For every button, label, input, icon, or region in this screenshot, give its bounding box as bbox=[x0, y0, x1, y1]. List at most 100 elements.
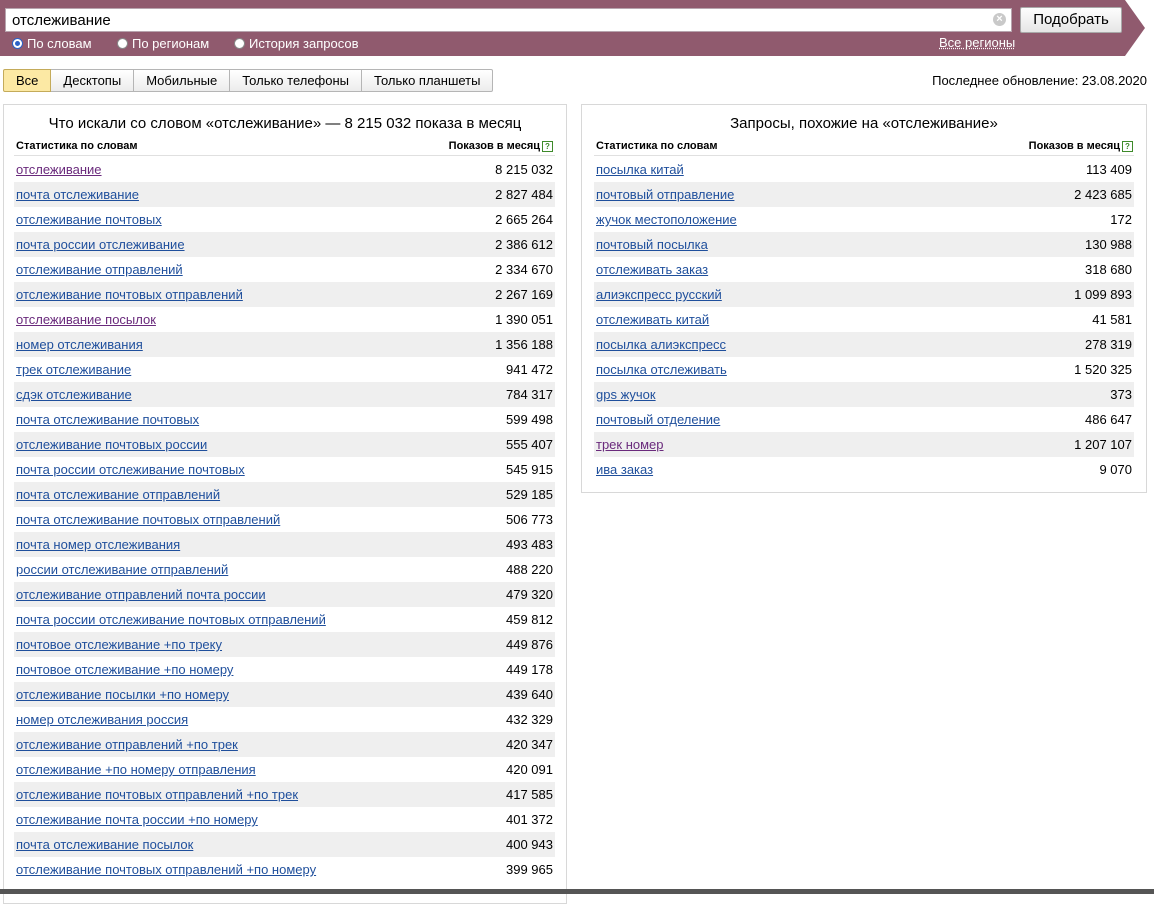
query-link[interactable]: номер отслеживания россия bbox=[16, 712, 188, 727]
query-link[interactable]: почта россии отслеживание bbox=[16, 237, 185, 252]
shows-count: 399 965 bbox=[506, 862, 553, 877]
table-row: отслеживание +по номеру отправления 420 0… bbox=[14, 757, 555, 782]
query-link[interactable]: посылка отслеживать bbox=[596, 362, 727, 377]
radio-by-words[interactable]: По словам bbox=[12, 36, 92, 51]
query-link[interactable]: отслеживание посылки +по номеру bbox=[16, 687, 229, 702]
table-row: ива заказ 9 070 bbox=[594, 457, 1134, 482]
table-row: отслеживание почтовых отправлений 2 267 1… bbox=[14, 282, 555, 307]
query-link[interactable]: посылка алиэкспресс bbox=[596, 337, 726, 352]
query-link[interactable]: ива заказ bbox=[596, 462, 653, 477]
table-row: почта отслеживание почтовых 599 498 bbox=[14, 407, 555, 432]
table-row: почтовый отправление 2 423 685 bbox=[594, 182, 1134, 207]
radio-history[interactable]: История запросов bbox=[234, 36, 359, 51]
table-row: номер отслеживания 1 356 188 bbox=[14, 332, 555, 357]
table-row: отслеживание почтовых отправлений +по тр… bbox=[14, 782, 555, 807]
radio-selected-icon[interactable] bbox=[12, 38, 23, 49]
help-icon[interactable]: ? bbox=[1122, 141, 1133, 152]
query-link[interactable]: почтовое отслеживание +по номеру bbox=[16, 662, 233, 677]
query-link[interactable]: отслеживание почтовых bbox=[16, 212, 162, 227]
shows-count: 373 bbox=[1110, 387, 1132, 402]
column-header-words: Статистика по словам bbox=[16, 140, 138, 152]
shows-count: 420 347 bbox=[506, 737, 553, 752]
query-link[interactable]: почтовый отправление bbox=[596, 187, 734, 202]
shows-count: 1 207 107 bbox=[1074, 437, 1132, 452]
tab-tablets-only[interactable]: Только планшеты bbox=[362, 69, 494, 92]
clear-icon[interactable]: × bbox=[993, 13, 1006, 26]
tab-all[interactable]: Все bbox=[3, 69, 52, 92]
query-link[interactable]: посылка китай bbox=[596, 162, 684, 177]
shows-count: 2 267 169 bbox=[495, 287, 553, 302]
query-link[interactable]: сдэк отслеживание bbox=[16, 387, 132, 402]
tab-desktops[interactable]: Десктопы bbox=[51, 69, 135, 92]
query-link[interactable]: отслеживание посылок bbox=[16, 312, 156, 327]
query-link[interactable]: трек номер bbox=[596, 437, 664, 452]
search-band: × Подобрать По словам По регионам Истори… bbox=[0, 0, 1154, 56]
table-row: отслеживание посылок 1 390 051 bbox=[14, 307, 555, 332]
tab-mobile[interactable]: Мобильные bbox=[134, 69, 231, 92]
shows-count: 459 812 bbox=[506, 612, 553, 627]
shows-count: 432 329 bbox=[506, 712, 553, 727]
query-link[interactable]: почта отслеживание bbox=[16, 187, 139, 202]
radio-icon[interactable] bbox=[234, 38, 245, 49]
shows-count: 172 bbox=[1110, 212, 1132, 227]
query-link[interactable]: отслеживать китай bbox=[596, 312, 709, 327]
query-link[interactable]: почтовый посылка bbox=[596, 237, 708, 252]
query-link[interactable]: отслеживание bbox=[16, 162, 102, 177]
query-link[interactable]: почта номер отслеживания bbox=[16, 537, 180, 552]
query-link[interactable]: номер отслеживания bbox=[16, 337, 143, 352]
query-link[interactable]: отслеживание почтовых россии bbox=[16, 437, 207, 452]
radio-by-regions[interactable]: По регионам bbox=[117, 36, 209, 51]
shows-count: 9 070 bbox=[1099, 462, 1132, 477]
query-link[interactable]: отслеживание отправлений bbox=[16, 262, 183, 277]
query-link[interactable]: россии отслеживание отправлений bbox=[16, 562, 228, 577]
pick-button[interactable]: Подобрать bbox=[1020, 7, 1122, 33]
query-link[interactable]: отслеживание +по номеру отправления bbox=[16, 762, 256, 777]
last-updated: Последнее обновление: 23.08.2020 bbox=[932, 73, 1147, 88]
help-icon[interactable]: ? bbox=[542, 141, 553, 152]
query-link[interactable]: почта отслеживание почтовых bbox=[16, 412, 199, 427]
table-row: отслеживать заказ 318 680 bbox=[594, 257, 1134, 282]
table-row: почтовый посылка 130 988 bbox=[594, 232, 1134, 257]
similar-panel-title: Запросы, похожие на «отслеживание» bbox=[730, 115, 998, 132]
shows-count: 449 178 bbox=[506, 662, 553, 677]
similar-queries-panel: Запросы, похожие на «отслеживание» Стати… bbox=[581, 104, 1147, 493]
query-link[interactable]: почта россии отслеживание почтовых bbox=[16, 462, 245, 477]
shows-count: 401 372 bbox=[506, 812, 553, 827]
shows-count: 555 407 bbox=[506, 437, 553, 452]
shows-count: 1 356 188 bbox=[495, 337, 553, 352]
query-link[interactable]: отслеживание почтовых отправлений +по но… bbox=[16, 862, 316, 877]
query-link[interactable]: почта отслеживание отправлений bbox=[16, 487, 220, 502]
query-link[interactable]: gps жучок bbox=[596, 387, 656, 402]
radio-label: История запросов bbox=[249, 36, 359, 51]
shows-count: 486 647 bbox=[1085, 412, 1132, 427]
table-row: почта номер отслеживания 493 483 bbox=[14, 532, 555, 557]
query-link[interactable]: отслеживание отправлений +по трек bbox=[16, 737, 238, 752]
shows-count: 493 483 bbox=[506, 537, 553, 552]
shows-count: 130 988 bbox=[1085, 237, 1132, 252]
radio-icon[interactable] bbox=[117, 38, 128, 49]
table-row: почта россии отслеживание 2 386 612 bbox=[14, 232, 555, 257]
radio-label: По словам bbox=[27, 36, 92, 51]
search-input[interactable] bbox=[6, 9, 986, 31]
query-link[interactable]: почтовое отслеживание +по треку bbox=[16, 637, 222, 652]
query-link[interactable]: отслеживание отправлений почта россии bbox=[16, 587, 266, 602]
query-link[interactable]: почта россии отслеживание почтовых отпра… bbox=[16, 612, 326, 627]
query-link[interactable]: почта отслеживание почтовых отправлений bbox=[16, 512, 280, 527]
query-link[interactable]: жучок местоположение bbox=[596, 212, 737, 227]
shows-count: 545 915 bbox=[506, 462, 553, 477]
query-link[interactable]: отслеживать заказ bbox=[596, 262, 708, 277]
table-row: отслеживание 8 215 032 bbox=[14, 157, 555, 182]
all-regions-link[interactable]: Все регионы bbox=[939, 35, 1015, 50]
query-link[interactable]: почтовый отделение bbox=[596, 412, 720, 427]
query-link[interactable]: почта отслеживание посылок bbox=[16, 837, 193, 852]
tab-phones-only[interactable]: Только телефоны bbox=[230, 69, 363, 92]
table-row: почтовое отслеживание +по треку 449 876 bbox=[14, 632, 555, 657]
query-link[interactable]: алиэкспресс русский bbox=[596, 287, 722, 302]
query-link[interactable]: отслеживание почтовых отправлений +по тр… bbox=[16, 787, 298, 802]
shows-count: 2 827 484 bbox=[495, 187, 553, 202]
query-link[interactable]: отслеживание почтовых отправлений bbox=[16, 287, 243, 302]
table-row: почта отслеживание отправлений 529 185 bbox=[14, 482, 555, 507]
query-link[interactable]: отслеживание почта россии +по номеру bbox=[16, 812, 258, 827]
table-row: трек номер 1 207 107 bbox=[594, 432, 1134, 457]
query-link[interactable]: трек отслеживание bbox=[16, 362, 131, 377]
